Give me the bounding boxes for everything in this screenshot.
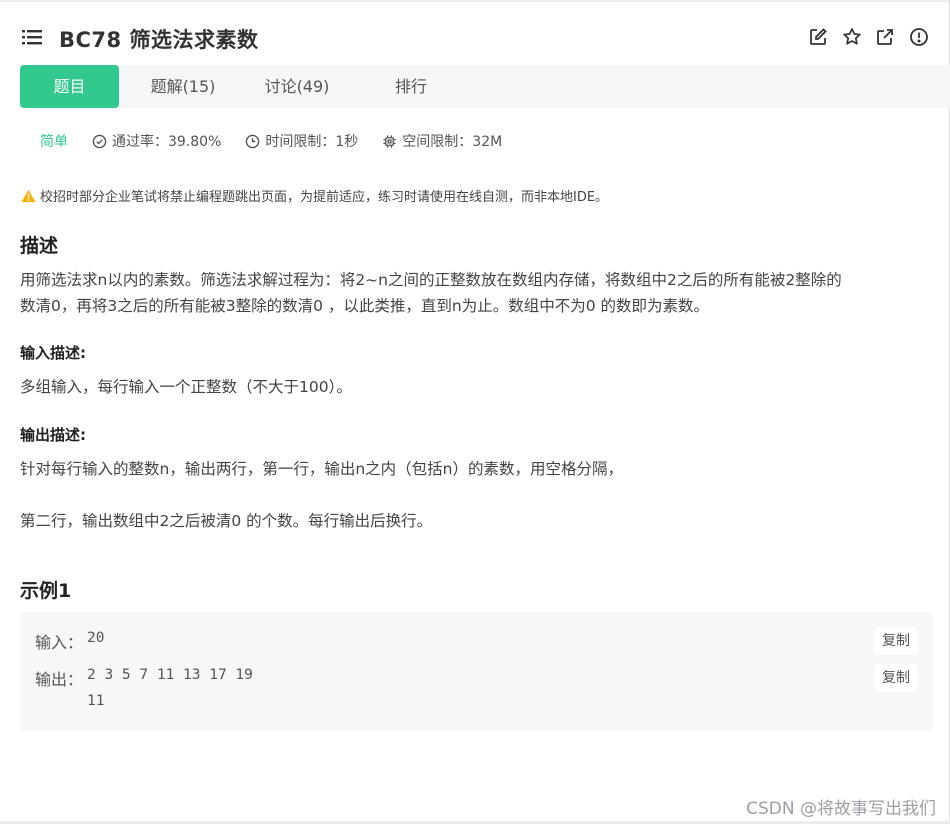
example-output-line-2: 11 <box>87 693 105 709</box>
output-desc-line-2: 第二行，输出数组中2之后被清0 的个数。每行输出后换行。 <box>20 512 433 530</box>
copy-input-button[interactable]: 复制 <box>874 627 918 655</box>
chip-icon <box>383 134 396 148</box>
memory-limit: 空间限制：32M <box>382 131 502 151</box>
csdn-watermark: CSDN @将故事写出我们 <box>746 799 936 819</box>
example-output-label: 输出： <box>35 670 84 689</box>
difficulty-badge: 简单 <box>40 134 68 150</box>
pass-rate-text: 通过率：39.80% <box>112 134 222 150</box>
description-line-1: 用筛选法求n以内的素数。筛选法求解过程为：将2~n之间的正整数放在数组内存储，将… <box>20 271 842 289</box>
example-output-line-1: 2 3 5 7 11 13 17 19 <box>87 667 253 683</box>
example-input-label: 输入： <box>35 633 84 652</box>
output-desc-heading: 输出描述: <box>20 426 86 444</box>
problem-header: BC78 筛选法求素数 <box>0 0 950 64</box>
tab-solutions[interactable]: 题解(15) <box>140 65 226 108</box>
input-desc-text: 多组输入，每行输入一个正整数（不大于100）。 <box>20 378 352 396</box>
problem-title: BC78 筛选法求素数 <box>59 28 259 52</box>
menu-list-icon[interactable] <box>22 28 42 46</box>
example-input-value: 20 <box>87 630 105 646</box>
output-desc-line-1: 针对每行输入的整数n，输出两行，第一行，输出n之内（包括n）的素数，用空格分隔， <box>20 460 623 478</box>
problem-meta: 简单 通过率：39.80% 时间限制：1秒 空间限制：32M <box>40 131 526 151</box>
pass-rate: 通过率：39.80% <box>92 131 221 151</box>
share-icon[interactable] <box>875 27 895 47</box>
example-box: 输入： 20 复制 输出： 2 3 5 7 11 13 17 19 11 复制 <box>20 612 933 731</box>
tab-problem[interactable]: 题目 <box>20 65 119 108</box>
exam-notice: 校招时部分企业笔试将禁止编程题跳出页面，为提前适应，练习时请使用在线自测，而非本… <box>21 186 608 205</box>
star-icon[interactable] <box>842 27 862 47</box>
input-desc-heading: 输入描述: <box>20 344 86 362</box>
time-limit-text: 时间限制：1秒 <box>265 134 359 150</box>
memory-limit-text: 空间限制：32M <box>402 134 503 150</box>
clock-icon <box>246 134 260 148</box>
time-limit: 时间限制：1秒 <box>245 131 358 151</box>
copy-output-button[interactable]: 复制 <box>874 664 918 692</box>
edit-icon[interactable] <box>808 27 828 47</box>
info-icon[interactable] <box>909 27 929 47</box>
check-circle-icon <box>92 134 107 148</box>
example-heading: 示例1 <box>20 580 72 602</box>
warning-icon <box>21 189 36 202</box>
tab-bar: 题目 题解(15) 讨论(49) 排行 <box>20 65 950 108</box>
notice-text: 校招时部分企业笔试将禁止编程题跳出页面，为提前适应，练习时请使用在线自测，而非本… <box>40 190 609 205</box>
description-heading: 描述 <box>20 235 59 257</box>
tab-discussion[interactable]: 讨论(49) <box>254 65 340 108</box>
tab-ranking[interactable]: 排行 <box>382 65 440 108</box>
description-line-2: 数清0，再将3之后的所有能被3整除的数清0 ，以此类推，直到n为止。数组中不为0… <box>20 297 709 315</box>
